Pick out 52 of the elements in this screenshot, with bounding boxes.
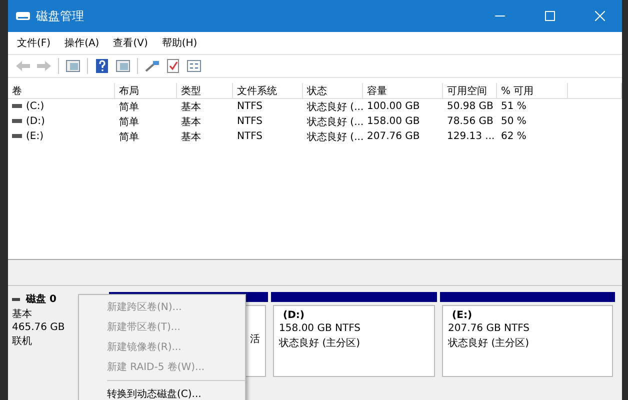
partition-box[interactable]: (D:) 158.00 GB NTFS 状态良好 (主分区)	[273, 305, 436, 377]
column-header[interactable]: 容量	[363, 83, 443, 99]
disk-status: 联机	[12, 334, 33, 348]
partition-box[interactable]: (E:) 207.76 GB NTFS 状态良好 (主分区)	[442, 305, 613, 377]
menu-item[interactable]: 操作(A)	[60, 36, 104, 50]
context-menu-item[interactable]: 转换到动态磁盘(C)...	[79, 384, 245, 400]
table-cell-text: 状态良好 (...	[307, 116, 364, 128]
menu-item[interactable]: 查看(V)	[108, 36, 153, 50]
maximize-icon	[545, 11, 555, 21]
disk-type: 基本	[12, 308, 33, 321]
disk-name: 磁盘 0	[26, 292, 56, 306]
table-cell-text: 状态良好 (...	[307, 130, 364, 144]
table-cell: (D:)	[26, 116, 45, 127]
column-header[interactable]: 状态	[303, 83, 363, 99]
table-cell: 158.00 GB	[367, 116, 420, 127]
app-icon	[16, 10, 30, 22]
toolbar-pane-icon[interactable]	[114, 57, 132, 75]
toolbar-properties-icon[interactable]	[185, 57, 203, 75]
table-cell-text: 简单	[119, 130, 139, 144]
column-header[interactable]: 类型	[177, 83, 233, 99]
table-cell: 78.56 GB	[447, 116, 494, 127]
menu-item[interactable]: 文件(F)	[12, 36, 56, 50]
table-cell: 51 %	[501, 101, 526, 112]
column-header[interactable]: 卷	[8, 83, 115, 99]
disk-size: 465.76 GB	[12, 322, 66, 333]
table-cell-text: 简单	[119, 116, 139, 128]
table-cell: 207.76 GB	[367, 131, 420, 142]
column-header[interactable]: 可用空间	[443, 83, 497, 99]
table-cell-text: 基本	[181, 116, 201, 128]
toolbar-help-icon[interactable]	[93, 57, 111, 75]
column-header[interactable]: % 可用	[497, 83, 568, 99]
toolbar-pane-icon[interactable]	[64, 57, 82, 75]
column-header[interactable]: 文件系统	[233, 83, 303, 99]
table-cell: (E:)	[26, 131, 44, 142]
table-cell-text: 基本	[181, 130, 201, 144]
table-cell-text: 状态良好 (...	[307, 100, 364, 114]
table-cell: 50 %	[501, 116, 526, 127]
table-cell: (C:)	[26, 101, 44, 112]
menu-item[interactable]: 帮助(H)	[156, 36, 202, 50]
table-cell: NTFS	[237, 101, 263, 112]
table-cell: 129.13 ...	[447, 131, 495, 142]
close-icon	[595, 11, 605, 21]
window-title: 磁盘管理	[36, 8, 85, 24]
toolbar-checklist-icon[interactable]	[164, 57, 182, 75]
table-cell: NTFS	[237, 131, 263, 142]
table-cell-text: 基本	[181, 100, 201, 114]
table-cell: NTFS	[237, 116, 263, 127]
table-cell: 62 %	[501, 131, 526, 142]
column-header[interactable]: 布局	[115, 83, 177, 99]
table-cell: 100.00 GB	[367, 101, 420, 112]
table-cell-text: 简单	[119, 100, 139, 114]
table-cell: 50.98 GB	[447, 101, 494, 112]
